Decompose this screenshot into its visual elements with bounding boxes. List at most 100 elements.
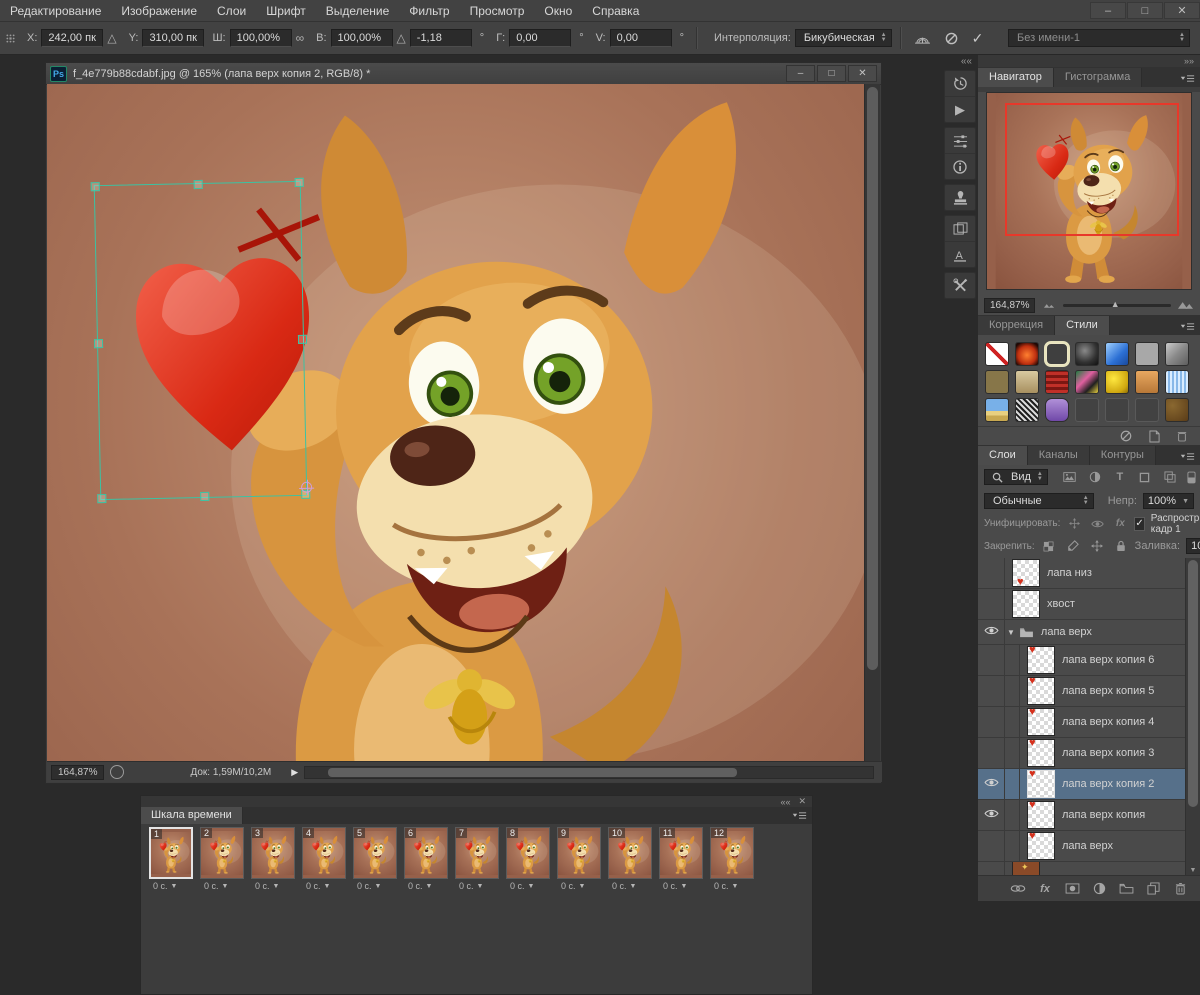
menu-6[interactable]: Фильтр	[399, 2, 459, 20]
clone-source-icon[interactable]	[945, 185, 975, 210]
style-swatch-yellow-glass[interactable]	[1105, 370, 1129, 394]
lock-all-button[interactable]	[1113, 540, 1129, 552]
transform-handle-n[interactable]	[193, 180, 202, 189]
style-swatch-landscape[interactable]	[985, 398, 1009, 422]
interpolation-select[interactable]: Бикубическая ▲▼	[795, 29, 892, 47]
style-swatch-multicolor[interactable]	[1075, 370, 1099, 394]
timeline-frame-8[interactable]: 80 с.▼	[506, 827, 550, 891]
frame-thumbnail[interactable]: 4	[302, 827, 346, 879]
timeline-close-button[interactable]: ✕	[798, 796, 806, 807]
visibility-toggle[interactable]	[978, 620, 1005, 644]
layer-row[interactable]: ♥лапа верх копия 6	[978, 645, 1200, 676]
frame-thumbnail[interactable]: 11	[659, 827, 703, 879]
visibility-toggle[interactable]	[978, 800, 1005, 830]
style-swatch-blue-stripes[interactable]	[1165, 370, 1189, 394]
navigator-view-rectangle[interactable]	[1005, 103, 1178, 236]
new-style-button[interactable]	[1146, 430, 1162, 443]
style-swatch-orange-gradient[interactable]	[1135, 370, 1159, 394]
menu-8[interactable]: Окно	[534, 2, 582, 20]
visibility-toggle[interactable]	[978, 738, 1005, 768]
clear-style-button[interactable]	[1118, 430, 1134, 442]
device-preview-icon[interactable]	[945, 128, 975, 154]
timeline-frame-11[interactable]: 110 с.▼	[659, 827, 703, 891]
layer-thumbnail[interactable]: ♥	[1027, 832, 1055, 860]
frame-thumbnail[interactable]: 7	[455, 827, 499, 879]
group-expand-triangle[interactable]: ▼	[1007, 628, 1015, 637]
frame-thumbnail[interactable]: 8	[506, 827, 550, 879]
layer-row[interactable]: ♥лапа низ	[978, 558, 1200, 589]
style-swatch-tan[interactable]	[985, 370, 1009, 394]
navigator-zoom-slider[interactable]: ▲	[1063, 304, 1171, 307]
new-group-button[interactable]	[1118, 883, 1134, 894]
unify-style-button[interactable]: fx	[1112, 518, 1128, 529]
layer-row[interactable]: ✦	[978, 862, 1200, 875]
layer-style-fx-button[interactable]: fx	[1037, 883, 1053, 895]
lock-transparent-button[interactable]	[1041, 540, 1057, 552]
type-filter-button[interactable]: T	[1112, 471, 1128, 483]
delete-layer-button[interactable]	[1172, 882, 1188, 895]
layers-panel-menu[interactable]	[1179, 452, 1200, 465]
transform-handle-nw[interactable]	[91, 182, 100, 191]
link-layers-button[interactable]	[1010, 884, 1026, 893]
maximize-button[interactable]: □	[1127, 2, 1163, 19]
x-input[interactable]: 242,00 пк	[41, 29, 103, 47]
status-menu-button[interactable]: ▶	[291, 767, 298, 778]
character-styles-icon[interactable]: A	[945, 242, 975, 267]
unify-position-button[interactable]	[1066, 518, 1082, 529]
style-swatch-gray-bevel[interactable]	[1165, 342, 1189, 366]
visibility-toggle[interactable]	[978, 589, 1005, 619]
layer-thumbnail[interactable]: ♥	[1012, 559, 1040, 587]
vertical-scrollbar-thumb[interactable]	[867, 87, 878, 670]
tab-paths[interactable]: Контуры	[1090, 446, 1156, 465]
add-mask-button[interactable]	[1064, 883, 1080, 894]
visibility-toggle[interactable]	[978, 558, 1005, 588]
lock-position-button[interactable]	[1089, 540, 1105, 552]
lock-pixels-button[interactable]	[1065, 540, 1081, 552]
zoom-level-field[interactable]: 164,87%	[51, 765, 104, 780]
menu-9[interactable]: Справка	[582, 2, 649, 20]
blend-mode-select[interactable]: Обычные ▲▼	[984, 493, 1094, 509]
link-dimensions-icon[interactable]: ∞	[296, 31, 305, 45]
style-swatch-noise-pattern[interactable]	[1015, 398, 1039, 422]
style-swatch-rounded-outline[interactable]	[1045, 342, 1069, 366]
style-swatch-blue-glass[interactable]	[1105, 342, 1129, 366]
filter-toggle-icon[interactable]	[1184, 471, 1200, 484]
layer-thumbnail[interactable]: ♥	[1027, 770, 1055, 798]
tool-presets-icon[interactable]	[945, 273, 975, 298]
timeline-frame-1[interactable]: 10 с.▼	[149, 827, 193, 891]
info-panel-icon[interactable]	[945, 154, 975, 179]
horizontal-scrollbar[interactable]	[304, 766, 874, 779]
document-title-bar[interactable]: Ps f_4e779b88cdabf.jpg @ 165% (лапа верх…	[46, 63, 881, 85]
visibility-toggle[interactable]	[978, 831, 1005, 861]
transform-handle-ne[interactable]	[295, 178, 304, 187]
frame-thumbnail[interactable]: 12	[710, 827, 754, 879]
doc-maximize-button[interactable]: □	[817, 65, 846, 82]
navigator-zoom-field[interactable]: 164,87%	[984, 298, 1035, 313]
tab-styles[interactable]: Стили	[1055, 316, 1110, 335]
actions-play-icon[interactable]: ▶	[945, 97, 975, 122]
navigator-panel-menu[interactable]	[1179, 74, 1200, 87]
opacity-select[interactable]: 100%▼	[1143, 493, 1194, 509]
commit-transform-button[interactable]: ✓	[972, 30, 984, 47]
layer-thumbnail[interactable]: ♥	[1027, 801, 1055, 829]
hskew-input[interactable]: 0,00	[509, 29, 571, 47]
collapse-dock-button[interactable]: »»	[978, 55, 1200, 67]
timeline-frame-12[interactable]: 120 с.▼	[710, 827, 754, 891]
frame-thumbnail[interactable]: 10	[608, 827, 652, 879]
visibility-toggle[interactable]	[978, 862, 1005, 875]
timeline-frame-9[interactable]: 90 с.▼	[557, 827, 601, 891]
scroll-down-arrow[interactable]: ▼	[1186, 867, 1200, 874]
visibility-toggle[interactable]	[978, 676, 1005, 706]
fill-select[interactable]: 100%▼	[1186, 538, 1200, 554]
timeline-frame-5[interactable]: 50 с.▼	[353, 827, 397, 891]
tab-adjustments[interactable]: Коррекция	[978, 316, 1055, 335]
vertical-scrollbar[interactable]	[864, 84, 880, 762]
layers-scrollbar-thumb[interactable]	[1188, 560, 1198, 807]
style-swatch-beige-gradient[interactable]	[1015, 370, 1039, 394]
style-swatch-dark-texture[interactable]	[1075, 342, 1099, 366]
visibility-toggle[interactable]	[978, 769, 1005, 799]
tab-timeline[interactable]: Шкала времени	[141, 807, 243, 824]
frame-thumbnail[interactable]: 2	[200, 827, 244, 879]
style-swatch-empty-3[interactable]	[1135, 398, 1159, 422]
layer-thumbnail[interactable]	[1012, 590, 1040, 618]
